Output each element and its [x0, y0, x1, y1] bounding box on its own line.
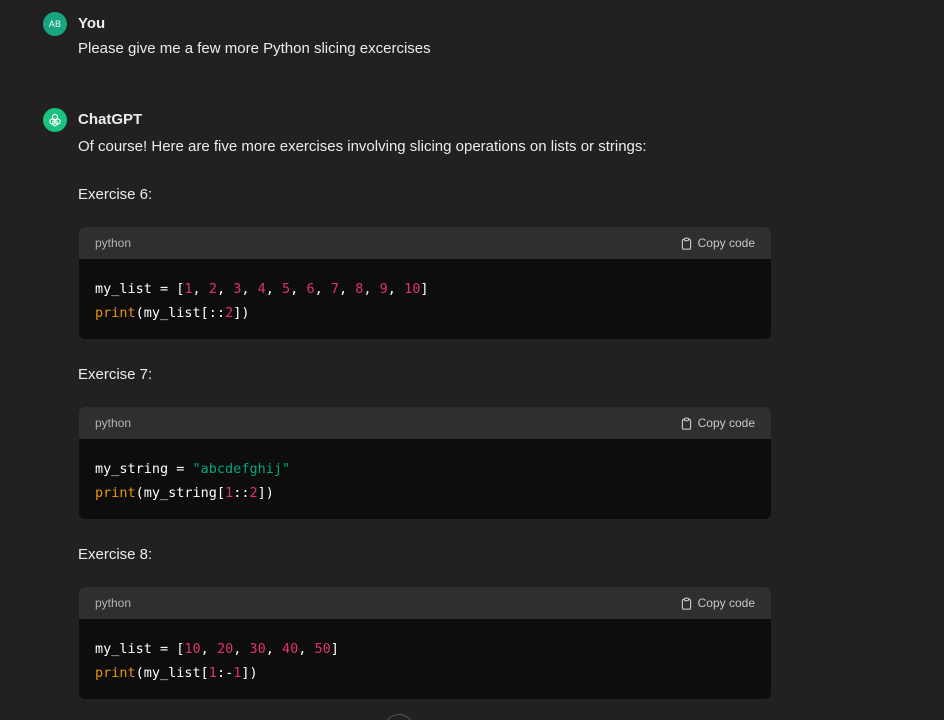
code-token: ])	[257, 485, 274, 501]
code-line: my_list = [1, 2, 3, 4, 5, 6, 7, 8, 9, 10…	[95, 277, 755, 301]
code-token: ,	[216, 281, 234, 297]
code-token: print	[95, 665, 136, 681]
code-line: print(my_list[1:-1])	[95, 661, 755, 685]
code-token: print	[95, 305, 136, 321]
code-block: python Copy code my_list = [1, 2, 3, 4, …	[79, 227, 771, 339]
code-token: 6	[306, 281, 315, 297]
code-token: ::	[233, 485, 250, 501]
code-block: python Copy code my_string = "abcdefghij…	[79, 407, 771, 519]
scroll-down-icon[interactable]	[384, 714, 414, 720]
code-block: python Copy code my_list = [10, 20, 30, …	[79, 587, 771, 699]
clipboard-icon	[681, 237, 691, 250]
code-token: ,	[387, 281, 405, 297]
code-token: 4	[257, 281, 266, 297]
exercise-title: Exercise 8:	[78, 546, 153, 563]
code-token: 2	[249, 485, 258, 501]
code-line: my_string = "abcdefghij"	[95, 457, 755, 481]
code-token: 1	[225, 485, 234, 501]
copy-code-button[interactable]: Copy code	[680, 596, 755, 610]
exercise-title: Exercise 6:	[78, 186, 153, 203]
code-token: :-	[216, 665, 234, 681]
code-token: ,	[241, 281, 258, 297]
code-token: 2	[225, 305, 234, 321]
copy-code-label: Copy code	[697, 596, 755, 610]
code-token: (my_list[::	[135, 305, 226, 321]
code-token: ,	[265, 281, 283, 297]
code-language-label: python	[95, 416, 132, 430]
code-content[interactable]: my_list = [1, 2, 3, 4, 5, 6, 7, 8, 9, 10…	[79, 259, 771, 339]
code-token: ,	[290, 281, 307, 297]
code-language-label: python	[95, 236, 132, 250]
code-token: ]	[420, 281, 429, 297]
code-token: ,	[265, 641, 282, 657]
copy-code-label: Copy code	[697, 236, 755, 250]
assistant-author-name: ChatGPT	[78, 111, 143, 128]
code-token: 30	[249, 641, 266, 657]
code-language-label: python	[95, 596, 132, 610]
code-token: 50	[314, 641, 331, 657]
user-avatar: AB	[43, 12, 67, 36]
code-token: 40	[282, 641, 299, 657]
code-token: ,	[233, 641, 250, 657]
code-token: my_list = [	[95, 641, 185, 657]
exercise-title: Exercise 7:	[78, 366, 153, 383]
code-token: 1	[184, 281, 193, 297]
code-token: 1	[208, 665, 217, 681]
code-token: ,	[338, 281, 356, 297]
code-token: print	[95, 485, 136, 501]
code-token: 10	[184, 641, 201, 657]
clipboard-icon	[681, 597, 691, 610]
copy-code-label: Copy code	[697, 416, 755, 430]
code-content[interactable]: my_string = "abcdefghij" print(my_string[…	[79, 439, 771, 519]
user-author-name: You	[78, 15, 106, 32]
code-token: (my_string[	[135, 485, 226, 501]
code-line: print(my_string[1::2])	[95, 481, 755, 505]
user-avatar-initials: AB	[48, 19, 62, 29]
code-block-header: python Copy code	[79, 227, 771, 259]
code-token: ,	[298, 641, 315, 657]
copy-code-button[interactable]: Copy code	[680, 236, 755, 250]
openai-logo-icon	[43, 108, 67, 132]
code-block-header: python Copy code	[79, 407, 771, 439]
code-token: 5	[282, 281, 291, 297]
code-token: ,	[200, 641, 217, 657]
code-token: 9	[379, 281, 388, 297]
code-token: 10	[404, 281, 421, 297]
code-token: ]	[330, 641, 339, 657]
clipboard-icon	[681, 417, 691, 430]
code-token: ,	[192, 281, 209, 297]
code-token: "abcdefghij"	[192, 461, 291, 477]
code-token: 7	[330, 281, 339, 297]
code-token: 20	[216, 641, 234, 657]
user-message-text: Please give me a few more Python slicing…	[78, 40, 431, 57]
code-token: ,	[363, 281, 380, 297]
code-token: 2	[208, 281, 217, 297]
assistant-intro-text: Of course! Here are five more exercises …	[78, 138, 647, 155]
code-block-header: python Copy code	[79, 587, 771, 619]
code-token: my_list = [	[95, 281, 185, 297]
chat-page: AB You Please give me a few more Python …	[0, 0, 944, 720]
copy-code-button[interactable]: Copy code	[680, 416, 755, 430]
code-content[interactable]: my_list = [10, 20, 30, 40, 50] print(my_l…	[79, 619, 771, 699]
code-token: (my_list[	[135, 665, 209, 681]
code-token: my_string =	[95, 461, 193, 477]
code-line: print(my_list[::2])	[95, 301, 755, 325]
code-token: ])	[233, 305, 250, 321]
code-token: ])	[241, 665, 258, 681]
code-line: my_list = [10, 20, 30, 40, 50]	[95, 637, 755, 661]
code-token: ,	[314, 281, 331, 297]
